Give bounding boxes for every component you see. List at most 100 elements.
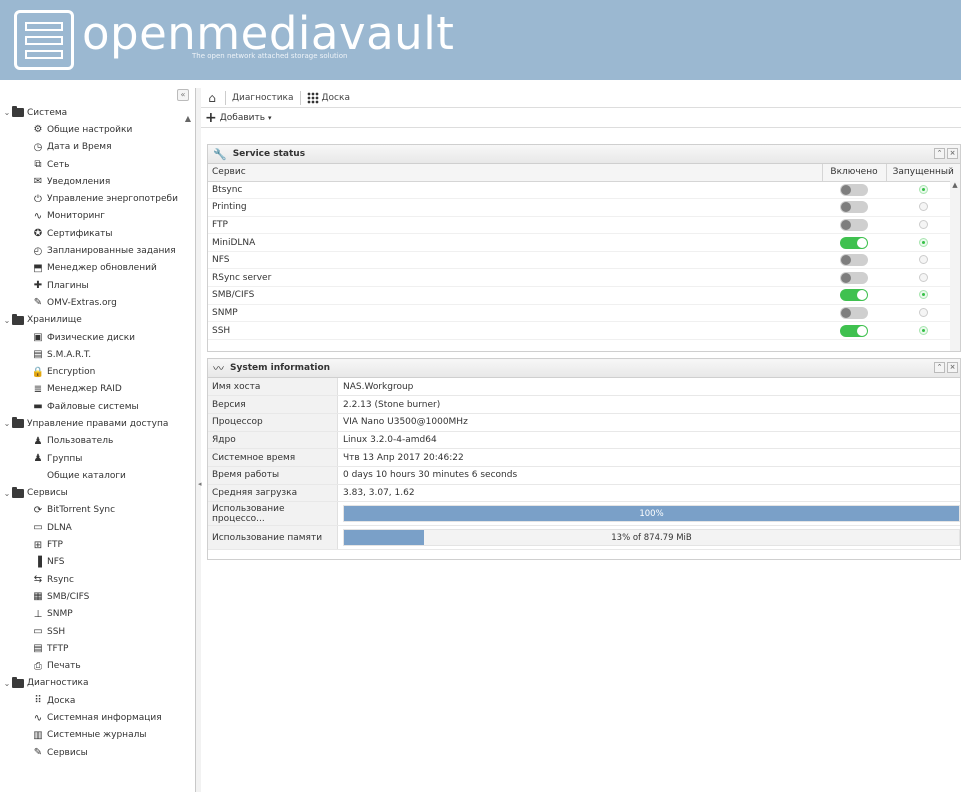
close-widget-button[interactable]: × [947,362,958,373]
sidebar-item[interactable]: ▥ Системные журналы [0,727,195,744]
column-header-service[interactable]: Сервис [208,164,822,182]
sidebar-item[interactable]: ≣ Менеджер RAID [0,381,195,398]
table-row[interactable]: SMB/CIFS [208,286,960,305]
sidebar-item[interactable]: ⟳ BitTorrent Sync [0,502,195,519]
table-row[interactable]: FTP [208,216,960,235]
running-status-icon [918,290,928,300]
sidebar-item-label: Сеть [47,159,70,170]
system-information-title: System information [230,363,331,373]
sidebar-item[interactable]: ▭ SSH [0,623,195,640]
sidebar-item[interactable]: ⊥ SNMP [0,606,195,623]
sidebar-item[interactable]: ▬ Файловые системы [0,398,195,415]
service-table-scrollbar[interactable]: ▲ [950,181,960,351]
collapse-sidebar-button[interactable]: « [177,89,189,101]
folder-icon [12,106,24,119]
sidebar-item[interactable]: ⌄ Управление правами доступа [0,415,195,432]
sidebar-item[interactable]: ▤ TFTP [0,640,195,657]
sidebar-item[interactable]: ⚙ Общие настройки [0,121,195,138]
sidebar-item[interactable]: ⧉ Сеть [0,156,195,173]
sidebar-item[interactable]: ▦ SMB/CIFS [0,588,195,605]
sidebar-item[interactable]: ✎ OMV-Extras.org [0,294,195,311]
expand-toggle-icon[interactable]: ⌄ [2,316,12,325]
sidebar-item[interactable]: ⎙ Печать [0,658,195,675]
plus-icon: + [205,109,217,126]
collapse-widget-button[interactable]: ⌃ [934,148,945,159]
table-row[interactable]: SSH [208,321,960,340]
running-status-icon [918,184,928,194]
settings-icon: ⚙ [33,124,43,136]
expand-toggle-icon[interactable]: ⌄ [2,679,12,688]
running-status-icon [918,202,928,212]
table-row[interactable]: NFS [208,251,960,270]
sidebar-item[interactable]: ▭ DLNA [0,519,195,536]
sidebar-item[interactable]: ✪ Сертификаты [0,225,195,242]
sidebar-item[interactable]: ✉ Уведомления [0,173,195,190]
sidebar-item[interactable]: ⌄ Хранилище [0,312,195,329]
sidebar-item[interactable]: ⌄ Диагностика [0,675,195,692]
enabled-toggle [840,324,868,337]
sidebar-item[interactable]: Общие каталоги [0,467,195,484]
column-header-enabled[interactable]: Включено [821,164,886,182]
info-value: Linux 3.2.0-4-amd64 [337,431,960,450]
sidebar-item[interactable]: ⇆ Rsync [0,571,195,588]
sidebar-item[interactable]: ⏻ Управление энергопотреби [0,190,195,207]
scroll-up-arrow-icon[interactable]: ▲ [185,114,191,123]
close-widget-button[interactable]: × [947,148,958,159]
sidebar-item[interactable]: ♟ Группы [0,450,195,467]
home-icon[interactable]: ⌂ [205,91,219,105]
info-value: 2.2.13 (Stone burner) [337,395,960,414]
table-row[interactable]: MiniDLNA [208,233,960,252]
expand-toggle-icon[interactable]: ⌄ [2,108,12,117]
service-name: MiniDLNA [208,233,822,252]
sidebar-item[interactable]: ⌄ Система [0,104,195,121]
sidebar-item[interactable]: ⌄ Сервисы [0,485,195,502]
add-widget-button[interactable]: + Добавить ▾ [205,109,272,126]
info-value: 3.83, 3.07, 1.62 [337,484,960,503]
sidebar-item-label: S.M.A.R.T. [47,349,92,360]
info-key: Имя хоста [208,378,338,397]
sidebar-item[interactable]: ♟ Пользователь [0,433,195,450]
sidebar-item[interactable]: ✚ Плагины [0,277,195,294]
logo-name: openmediavault [82,7,455,60]
sidebar-item[interactable]: ⬒ Менеджер обновлений [0,260,195,277]
chevron-down-icon: ▾ [268,113,272,122]
service-status-title: Service status [232,149,306,159]
sidebar-item[interactable]: 🔒 Encryption [0,363,195,380]
add-button-label: Добавить [219,112,266,123]
dlna-icon: ▭ [33,522,43,534]
table-row[interactable]: Btsync [208,181,960,200]
collapse-widget-button[interactable]: ⌃ [934,362,945,373]
dashboard-icon: ⠿ [34,695,42,707]
expand-toggle-icon[interactable]: ⌄ [2,419,12,428]
sidebar-item-label: Системные журналы [47,730,147,741]
service-name: SSH [208,321,822,340]
printer-icon: ⎙ [34,660,42,672]
sidebar-item[interactable]: ▐ NFS [0,554,195,571]
nfs-icon: ▐ [34,556,42,568]
running-status-icon [918,237,928,247]
sidebar-item[interactable]: ◴ Запланированные задания [0,242,195,259]
table-row[interactable]: SNMP [208,304,960,323]
expand-toggle-icon[interactable]: ⌄ [2,489,12,498]
column-header-running[interactable]: Запущенный [885,164,960,182]
sidebar-item-label: Общие настройки [47,124,133,135]
navigation-tree: ⌄ Система ⚙ Общие настройки ◷ Дата и Время ⧉ Се… [0,104,195,761]
monitor-chart-icon: ∿ [33,712,43,724]
breadcrumb-dashboard[interactable]: Доска [322,93,350,103]
sidebar-item[interactable]: ▤ S.M.A.R.T. [0,346,195,363]
sidebar-item-label: Пользователь [47,436,114,447]
sidebar-item[interactable]: ⊞ FTP [0,536,195,553]
sidebar-item[interactable]: ⠿ Доска [0,692,195,709]
sidebar-item[interactable]: ◷ Дата и Время [0,139,195,156]
service-name: SNMP [208,304,822,323]
sidebar-item[interactable]: ∿ Системная информация [0,709,195,726]
info-row: Системное время Чтв 13 Апр 2017 20:46:22 [208,448,960,467]
info-key: Системное время [208,448,338,467]
sidebar-item[interactable]: ∿ Мониторинг [0,208,195,225]
table-row[interactable]: RSync server [208,268,960,288]
sidebar-item[interactable]: ▣ Физические диски [0,329,195,346]
shared-folder-icon [32,470,44,482]
sidebar-item[interactable]: ✎ Сервисы [0,744,195,761]
breadcrumb-diagnostics[interactable]: Диагностика [232,93,294,103]
table-row[interactable]: Printing [208,198,960,217]
